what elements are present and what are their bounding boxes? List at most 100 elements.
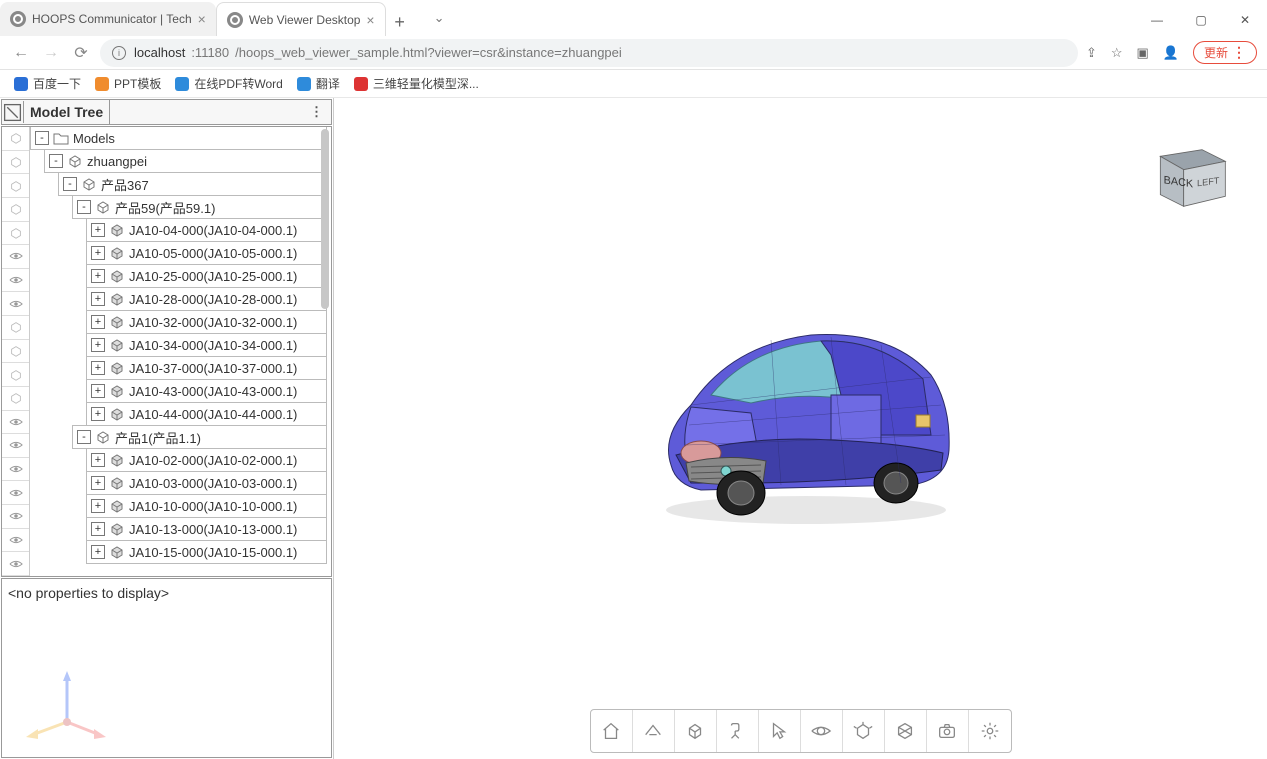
render-mode-button[interactable] [675, 710, 717, 752]
share-icon[interactable]: ⇪ [1086, 45, 1097, 61]
tree-toggle-icon[interactable]: + [91, 269, 105, 283]
settings-button[interactable] [969, 710, 1011, 752]
visibility-eye-icon[interactable] [2, 269, 29, 293]
navigation-cube[interactable]: BACK LEFT [1147, 138, 1237, 213]
panel-collapse-icon[interactable] [2, 101, 24, 123]
tree-node[interactable]: +JA10-13-000(JA10-13-000.1) [86, 517, 327, 541]
isolate-icon[interactable] [2, 198, 29, 222]
tree-toggle-icon[interactable]: + [91, 384, 105, 398]
visibility-eye-icon[interactable] [2, 458, 29, 482]
tree-node[interactable]: -产品1(产品1.1) [72, 425, 327, 449]
tree-node[interactable]: +JA10-32-000(JA10-32-000.1) [86, 310, 327, 334]
isolate-icon[interactable] [2, 222, 29, 246]
tree-node[interactable]: +JA10-10-000(JA10-10-000.1) [86, 494, 327, 518]
tree-toggle-icon[interactable]: + [91, 499, 105, 513]
isolate-icon[interactable] [2, 151, 29, 175]
tree-toggle-icon[interactable]: + [91, 476, 105, 490]
tree-toggle-icon[interactable]: + [91, 522, 105, 536]
tree-node[interactable]: -产品367 [58, 172, 327, 196]
isolate-icon[interactable] [2, 127, 29, 151]
tabs-overflow-icon[interactable]: ⌄ [434, 10, 445, 26]
tree-scrollbar[interactable] [321, 129, 329, 309]
explode-button[interactable] [843, 710, 885, 752]
annotate-button[interactable] [717, 710, 759, 752]
bookmark-item[interactable]: 百度一下 [14, 75, 81, 92]
bookmark-item[interactable]: 翻译 [297, 75, 340, 92]
visibility-eye-icon[interactable] [2, 245, 29, 269]
tree-node[interactable]: +JA10-04-000(JA10-04-000.1) [86, 218, 327, 242]
url-input[interactable]: i localhost:11180/hoops_web_viewer_sampl… [100, 39, 1078, 67]
browser-titlebar: HOOPS Communicator | Tech × Web Viewer D… [0, 0, 1267, 36]
tree-node[interactable]: +JA10-05-000(JA10-05-000.1) [86, 241, 327, 265]
bookmark-item[interactable]: 在线PDF转Word [175, 75, 282, 92]
orbit-button[interactable] [801, 710, 843, 752]
snapshot-button[interactable] [927, 710, 969, 752]
visibility-eye-icon[interactable] [2, 505, 29, 529]
tree-node[interactable]: +JA10-37-000(JA10-37-000.1) [86, 356, 327, 380]
nav-reload-button[interactable]: ⟳ [70, 42, 92, 64]
tree-toggle-icon[interactable]: + [91, 407, 105, 421]
bookmark-item[interactable]: 三维轻量化模型深... [354, 75, 479, 92]
cutplane-button[interactable] [885, 710, 927, 752]
visibility-eye-icon[interactable] [2, 292, 29, 316]
isolate-icon[interactable] [2, 174, 29, 198]
panel-menu-icon[interactable]: ⋮ [302, 104, 331, 120]
tree-node[interactable]: +JA10-43-000(JA10-43-000.1) [86, 379, 327, 403]
tree-toggle-icon[interactable]: + [91, 338, 105, 352]
tree-node[interactable]: +JA10-25-000(JA10-25-000.1) [86, 264, 327, 288]
nav-forward-button[interactable]: → [40, 42, 62, 64]
tree-node[interactable]: +JA10-44-000(JA10-44-000.1) [86, 402, 327, 426]
site-info-icon[interactable]: i [112, 46, 126, 60]
browser-tab-0[interactable]: HOOPS Communicator | Tech × [0, 2, 216, 36]
visibility-eye-icon[interactable] [2, 434, 29, 458]
isolate-icon[interactable] [2, 340, 29, 364]
tree-node[interactable]: +JA10-34-000(JA10-34-000.1) [86, 333, 327, 357]
bookmark-item[interactable]: PPT模板 [95, 75, 161, 92]
select-button[interactable] [759, 710, 801, 752]
profile-icon[interactable]: 👤 [1163, 45, 1179, 61]
tab-title: Web Viewer Desktop [249, 13, 361, 27]
visibility-eye-icon[interactable] [2, 552, 29, 576]
window-close-button[interactable]: ✕ [1223, 4, 1267, 36]
tree-node[interactable]: -Models [30, 127, 327, 150]
visibility-eye-icon[interactable] [2, 481, 29, 505]
close-icon[interactable]: × [198, 11, 206, 27]
tree-toggle-icon[interactable]: + [91, 545, 105, 559]
browser-tab-1[interactable]: Web Viewer Desktop × [216, 2, 386, 36]
isolate-icon[interactable] [2, 316, 29, 340]
close-icon[interactable]: × [366, 12, 374, 28]
part-icon [109, 314, 125, 330]
tree-toggle-icon[interactable]: + [91, 453, 105, 467]
tree-node[interactable]: +JA10-15-000(JA10-15-000.1) [86, 540, 327, 564]
update-button[interactable]: 更新 ⋮ [1193, 41, 1257, 64]
camera-mode-button[interactable] [633, 710, 675, 752]
tree-toggle-icon[interactable]: + [91, 361, 105, 375]
tree-node[interactable]: +JA10-02-000(JA10-02-000.1) [86, 448, 327, 472]
new-tab-button[interactable]: + [386, 8, 414, 36]
tree-toggle-icon[interactable]: - [63, 177, 77, 191]
tree-toggle-icon[interactable]: - [35, 131, 49, 145]
3d-viewport[interactable]: BACK LEFT [334, 98, 1267, 759]
tree-node[interactable]: -zhuangpei [44, 149, 327, 173]
nav-back-button[interactable]: ← [10, 42, 32, 64]
tree-toggle-icon[interactable]: + [91, 223, 105, 237]
tree-toggle-icon[interactable]: + [91, 246, 105, 260]
tree-node[interactable]: +JA10-28-000(JA10-28-000.1) [86, 287, 327, 311]
tree-node[interactable]: +JA10-03-000(JA10-03-000.1) [86, 471, 327, 495]
window-maximize-button[interactable]: ▢ [1179, 4, 1223, 36]
tree-toggle-icon[interactable]: - [77, 430, 91, 444]
visibility-eye-icon[interactable] [2, 529, 29, 553]
tree-toggle-icon[interactable]: + [91, 315, 105, 329]
home-button[interactable] [591, 710, 633, 752]
isolate-icon[interactable] [2, 387, 29, 411]
model-tree[interactable]: -Models-zhuangpei-产品367-产品59(产品59.1)+JA1… [30, 127, 331, 576]
tree-toggle-icon[interactable]: + [91, 292, 105, 306]
extensions-icon[interactable]: ▣ [1137, 45, 1149, 61]
tree-toggle-icon[interactable]: - [77, 200, 91, 214]
star-icon[interactable]: ☆ [1111, 45, 1123, 61]
tree-node[interactable]: -产品59(产品59.1) [72, 195, 327, 219]
visibility-eye-icon[interactable] [2, 411, 29, 435]
isolate-icon[interactable] [2, 363, 29, 387]
tree-toggle-icon[interactable]: - [49, 154, 63, 168]
window-minimize-button[interactable]: — [1135, 4, 1179, 36]
